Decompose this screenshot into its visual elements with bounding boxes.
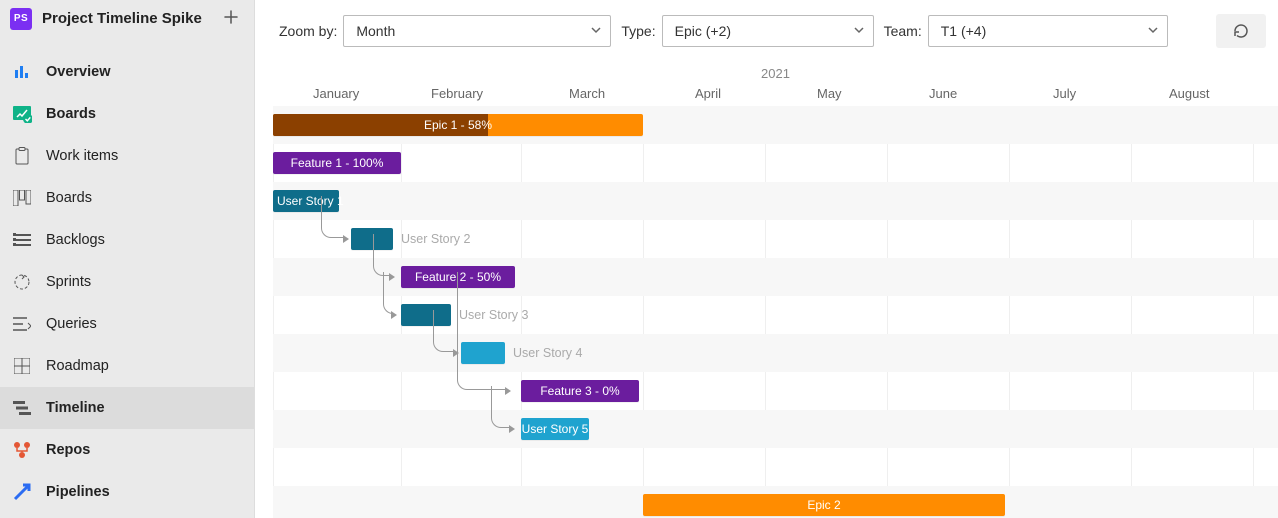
type-label: Type: [621,23,655,39]
sidebar-item-repos[interactable]: Repos [0,429,254,471]
sidebar-item-label: Overview [46,64,111,80]
bar-label: User Story 5 [522,422,589,436]
bar-label: Epic 1 - 58% [424,118,492,132]
sidebar-item-label: Boards [46,106,96,122]
timeline-row: Feature 3 - 0% [273,372,1278,410]
gantt-bar-story[interactable]: User Story 5 [521,418,589,440]
team-label: Team: [884,23,922,39]
team-select[interactable]: T1 (+4) [928,15,1168,47]
chevron-down-icon [1147,23,1159,39]
clipboard-icon [12,146,32,166]
timeline-row: User Story 5 [273,410,1278,448]
month-label: June [929,86,957,101]
gantt-bar-epic[interactable]: Epic 2 [643,494,1005,516]
timeline-row [273,448,1278,486]
sidebar-item-label: Timeline [46,400,105,416]
gantt-bar-feature[interactable]: Feature 3 - 0% [521,380,639,402]
type-select[interactable]: Epic (+2) [662,15,874,47]
sidebar-item-label: Queries [46,316,97,332]
month-label: February [431,86,483,101]
sidebar-item-backlogs[interactable]: Backlogs [0,219,254,261]
bar-label: Epic 2 [807,498,840,512]
sidebar-item-sprints[interactable]: Sprints [0,261,254,303]
gantt-bar-feature[interactable]: Feature 1 - 100% [273,152,401,174]
timeline-months: January February March April May June Ju… [273,86,1278,106]
bar-label: Feature 1 - 100% [291,156,384,170]
project-badge: PS [10,8,32,30]
sidebar: PS Project Timeline Spike Overview Board… [0,0,255,518]
month-label: January [313,86,359,101]
chart-icon [12,62,32,82]
kanban-icon [12,188,32,208]
sprint-icon [12,272,32,292]
sidebar-item-roadmap[interactable]: Roadmap [0,345,254,387]
bar-label: User Story 4 [513,346,582,360]
timeline-row: User Story 3 [273,296,1278,334]
bar-label: User Story 2 [401,232,470,246]
timeline-row: Feature 2 - 50% [273,258,1278,296]
month-label: May [817,86,842,101]
month-label: July [1053,86,1076,101]
chevron-down-icon [590,23,602,39]
timeline-row: User Story 2 [273,220,1278,258]
timeline[interactable]: 2021 January February March April May Ju… [273,62,1278,518]
sidebar-item-label: Roadmap [46,358,109,374]
zoom-value: Month [356,23,395,39]
sidebar-item-label: Work items [46,148,118,164]
timeline-row: Epic 2 [273,486,1278,518]
sidebar-header: PS Project Timeline Spike [0,0,254,37]
sidebar-item-label: Backlogs [46,232,105,248]
sidebar-item-label: Repos [46,442,90,458]
timeline-row: Epic 1 - 58% [273,106,1278,144]
sidebar-item-label: Sprints [46,274,91,290]
backlog-icon [12,230,32,250]
type-value: Epic (+2) [675,23,731,39]
pipelines-icon [12,482,32,502]
month-label: March [569,86,605,101]
add-item-button[interactable] [218,6,244,31]
sidebar-item-overview[interactable]: Overview [0,51,254,93]
team-value: T1 (+4) [941,23,987,39]
sidebar-item-timeline[interactable]: Timeline [0,387,254,429]
timeline-rows: Epic 1 - 58% Feature 1 - 100% User Story… [273,106,1278,518]
refresh-icon [1232,22,1250,40]
timeline-year: 2021 [273,66,1278,81]
timeline-row: User Story 4 [273,334,1278,372]
sidebar-item-boards-sub[interactable]: Boards [0,177,254,219]
month-label: August [1169,86,1209,101]
plus-icon [224,10,238,24]
sidebar-item-boards[interactable]: Boards [0,93,254,135]
bar-label: Feature 3 - 0% [540,384,619,398]
sidebar-item-label: Boards [46,190,92,206]
gantt-bar-epic[interactable]: Epic 1 - 58% [273,114,643,136]
toolbar: Zoom by: Month Type: Epic (+2) Team: T1 … [255,0,1278,48]
sidebar-item-label: Pipelines [46,484,110,500]
zoom-label: Zoom by: [279,23,337,39]
timeline-row: User Story 1 [273,182,1278,220]
timeline-row: Feature 1 - 100% [273,144,1278,182]
zoom-select[interactable]: Month [343,15,611,47]
sidebar-nav: Overview Boards Work items Boards [0,37,254,513]
timeline-icon [12,398,32,418]
main-content: Zoom by: Month Type: Epic (+2) Team: T1 … [255,0,1278,518]
sidebar-item-queries[interactable]: Queries [0,303,254,345]
app-root: PS Project Timeline Spike Overview Board… [0,0,1278,518]
project-title: Project Timeline Spike [42,10,208,27]
refresh-button[interactable] [1216,14,1266,48]
sidebar-item-workitems[interactable]: Work items [0,135,254,177]
repos-icon [12,440,32,460]
chevron-down-icon [853,23,865,39]
grid-icon [12,356,32,376]
sidebar-item-pipelines[interactable]: Pipelines [0,471,254,513]
boards-icon [12,104,32,124]
queries-icon [12,314,32,334]
month-label: April [695,86,721,101]
